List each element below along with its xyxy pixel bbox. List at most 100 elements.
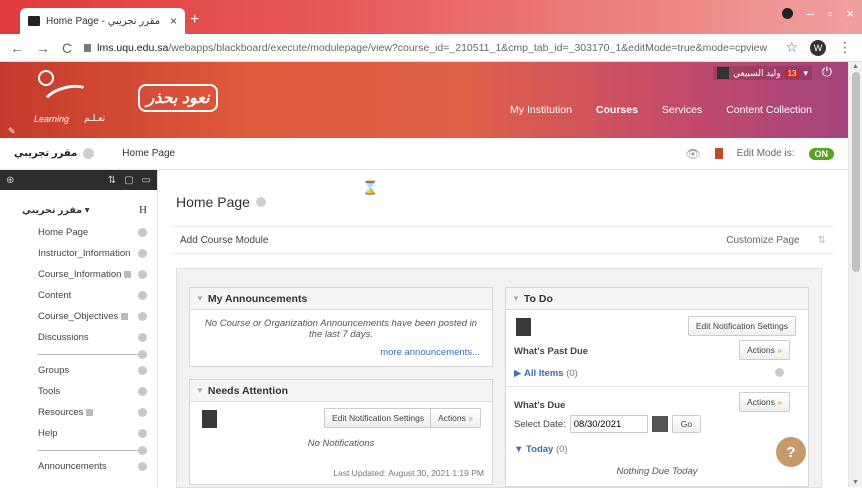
tab-title: Home Page - مقرر تجريبي bbox=[46, 15, 161, 27]
url-field[interactable]: lms.uqu.edu.sa/webapps/blackboard/execut… bbox=[84, 42, 773, 54]
menu-item-help[interactable]: Help bbox=[0, 423, 157, 444]
collapse-triangle-icon[interactable]: ▼ bbox=[196, 294, 204, 303]
collapse-triangle-icon[interactable]: ▼ bbox=[512, 294, 520, 303]
edit-header-icon[interactable]: ✎ bbox=[8, 126, 16, 137]
new-tab-icon[interactable]: + bbox=[190, 11, 199, 29]
top-nav-services[interactable]: Services bbox=[662, 104, 702, 116]
item-options-chevron-icon[interactable] bbox=[138, 312, 147, 321]
browser-menu-icon[interactable]: ⋮ bbox=[838, 39, 852, 56]
back-icon[interactable]: ← bbox=[10, 40, 24, 56]
menu-item-groups[interactable]: Groups bbox=[0, 360, 157, 381]
reorder-modules-icon[interactable]: ⇅ bbox=[818, 235, 826, 246]
module-header[interactable]: ▼ My Announcements bbox=[190, 288, 492, 310]
scroll-up-icon[interactable]: ▲ bbox=[852, 63, 859, 70]
today-toggle[interactable]: ▼ Today (0) bbox=[514, 444, 568, 455]
page-scrollbar[interactable]: ▲ ▼ bbox=[848, 62, 862, 487]
more-announcements-link[interactable]: more announcements... bbox=[380, 347, 480, 358]
logout-icon[interactable]: ⏻ bbox=[822, 64, 832, 80]
all-items-count: (0) bbox=[566, 368, 578, 379]
menu-divider bbox=[0, 348, 157, 360]
window-controls: – ▫ × bbox=[781, 6, 854, 21]
item-options-chevron-icon[interactable] bbox=[138, 333, 147, 342]
course-tools-icon[interactable] bbox=[714, 148, 723, 159]
help-button[interactable]: ? bbox=[776, 437, 806, 467]
item-options-chevron-icon[interactable] bbox=[138, 349, 147, 359]
reorder-icon[interactable]: ⇅ bbox=[108, 175, 116, 186]
display-in-window-icon[interactable]: ▢ bbox=[124, 175, 133, 186]
menu-item-content[interactable]: Content bbox=[0, 285, 157, 306]
scrollbar-thumb[interactable] bbox=[852, 72, 860, 272]
item-options-chevron-icon[interactable] bbox=[138, 249, 147, 258]
item-options-chevron-icon[interactable] bbox=[138, 429, 147, 438]
extension-icon[interactable] bbox=[781, 8, 793, 19]
actions-button[interactable]: Actions » bbox=[430, 408, 481, 428]
menu-item-label: Instructor_Information bbox=[38, 248, 131, 259]
browser-tab[interactable]: Home Page - مقرر تجريبي × bbox=[20, 8, 185, 34]
item-options-chevron-icon[interactable] bbox=[138, 387, 147, 396]
top-nav-my-institution[interactable]: My Institution bbox=[510, 104, 572, 116]
menu-item-resources[interactable]: Resources bbox=[0, 402, 157, 423]
item-options-chevron-icon[interactable] bbox=[138, 408, 147, 417]
item-options-chevron-icon[interactable] bbox=[775, 368, 784, 377]
menu-item-instructor-information[interactable]: Instructor_Information bbox=[0, 243, 157, 264]
page-title-text: Home Page bbox=[176, 194, 250, 210]
close-window-icon[interactable]: × bbox=[846, 6, 854, 21]
item-options-chevron-icon[interactable] bbox=[138, 366, 147, 375]
item-options-chevron-icon[interactable] bbox=[138, 270, 147, 279]
edit-notification-settings-button[interactable]: Edit Notification Settings bbox=[324, 408, 433, 428]
lock-icon bbox=[84, 43, 92, 52]
breadcrumb-page: Home Page bbox=[122, 148, 176, 159]
collapse-triangle-icon[interactable]: ▼ bbox=[196, 386, 204, 395]
bookmark-star-icon[interactable]: ☆ bbox=[785, 39, 798, 56]
chevron-down-icon: » bbox=[468, 413, 473, 423]
menu-item-course-objectives[interactable]: Course_Objectives bbox=[0, 306, 157, 327]
all-items-toggle[interactable]: ▶ All Items (0) bbox=[514, 368, 578, 379]
top-nav-courses[interactable]: Courses bbox=[596, 104, 638, 116]
add-course-module-button[interactable]: Add Course Module bbox=[180, 235, 268, 246]
maximize-icon[interactable]: ▫ bbox=[828, 6, 833, 21]
menu-item-announcements[interactable]: Announcements bbox=[0, 456, 157, 477]
calendar-icon[interactable] bbox=[651, 416, 668, 432]
course-menu: ⊕ ⇅ ▢ ▭ مقرر تجريبي ▾ H Home Page Instruc… bbox=[0, 170, 158, 487]
module-header[interactable]: ▼ To Do bbox=[506, 288, 808, 310]
menu-item-course-information[interactable]: Course_Information bbox=[0, 264, 157, 285]
customize-page-button[interactable]: Customize Page bbox=[726, 235, 799, 246]
scroll-down-icon[interactable]: ▼ bbox=[852, 479, 859, 486]
breadcrumb-course[interactable]: مقرر تجريبي bbox=[14, 148, 77, 159]
breadcrumb-chevron-icon[interactable] bbox=[83, 148, 95, 159]
top-nav-content-collection[interactable]: Content Collection bbox=[726, 104, 812, 116]
notification-badge: 13 bbox=[784, 68, 800, 78]
module-header[interactable]: ▼ Needs Attention bbox=[190, 380, 492, 402]
user-menu[interactable]: وليد السبيعي 13 ▾ bbox=[712, 66, 812, 80]
date-input[interactable] bbox=[569, 415, 648, 433]
item-options-chevron-icon[interactable] bbox=[138, 228, 147, 237]
announcements-empty-text: No Course or Organization Announcements … bbox=[204, 318, 478, 340]
actions-button[interactable]: Actions » bbox=[739, 392, 790, 412]
item-options-chevron-icon[interactable] bbox=[138, 445, 147, 455]
menu-item-discussions[interactable]: Discussions bbox=[0, 327, 157, 348]
minimize-icon[interactable]: – bbox=[807, 6, 814, 21]
item-options-chevron-icon[interactable] bbox=[138, 462, 147, 471]
tab-close-icon[interactable]: × bbox=[170, 14, 177, 28]
profile-avatar[interactable]: W bbox=[810, 39, 826, 56]
no-notifications-text: No Notifications bbox=[307, 438, 375, 449]
announcements-module: ▼ My Announcements No Course or Organizat… bbox=[189, 287, 493, 367]
forward-icon[interactable]: → bbox=[36, 40, 50, 56]
folder-view-icon[interactable]: ▭ bbox=[142, 175, 151, 186]
actions-button[interactable]: Actions » bbox=[739, 340, 790, 360]
student-preview-icon[interactable]: 👁 bbox=[685, 147, 700, 161]
nothing-due-text: Nothing Due Today bbox=[616, 466, 698, 477]
item-options-chevron-icon[interactable] bbox=[138, 291, 147, 300]
edit-notification-settings-button[interactable]: Edit Notification Settings bbox=[687, 316, 796, 336]
edit-mode-toggle[interactable]: ON bbox=[808, 147, 834, 160]
page-options-chevron-icon[interactable] bbox=[255, 197, 266, 207]
module-title: My Announcements bbox=[207, 292, 308, 305]
course-title[interactable]: مقرر تجريبي ▾ H bbox=[0, 190, 157, 222]
menu-item-home page[interactable]: Home Page bbox=[0, 222, 157, 243]
reload-icon[interactable]: C bbox=[62, 40, 72, 56]
university-logo[interactable]: Learning تعـلـم bbox=[22, 70, 112, 132]
select-date-label: Select Date: bbox=[514, 418, 566, 430]
add-menu-item-icon[interactable]: ⊕ bbox=[6, 175, 14, 186]
menu-item-tools[interactable]: Tools bbox=[0, 381, 157, 402]
go-button[interactable]: Go bbox=[671, 415, 702, 433]
